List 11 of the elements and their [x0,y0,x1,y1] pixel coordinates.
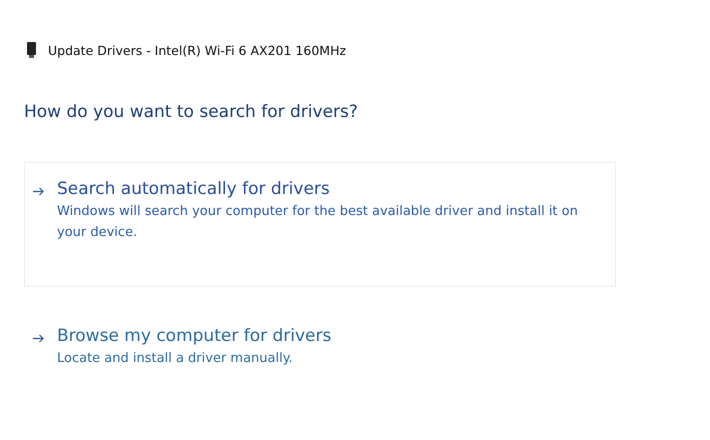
page-heading: How do you want to search for drivers? [24,102,359,122]
device-icon [27,42,36,58]
option-title: Browse my computer for drivers [57,326,332,346]
option-title: Search automatically for drivers [57,179,331,199]
option-link[interactable]: Search automatically for drivers Windows will search your computer for the best available driver and install it on your device. [24,162,616,287]
option-description: Windows will search your computer for the best available driver and install it on your device. [57,203,579,242]
arrow-icon [33,334,44,343]
option-link[interactable]: Browse my computer for drivers Locate and install a driver manually. [24,309,616,370]
option-description: Locate and install a driver manually. [57,350,294,368]
arrow-icon [33,187,44,196]
window-title: Update Drivers - Intel(R) Wi-Fi 6 AX201 160MHz [48,42,346,58]
